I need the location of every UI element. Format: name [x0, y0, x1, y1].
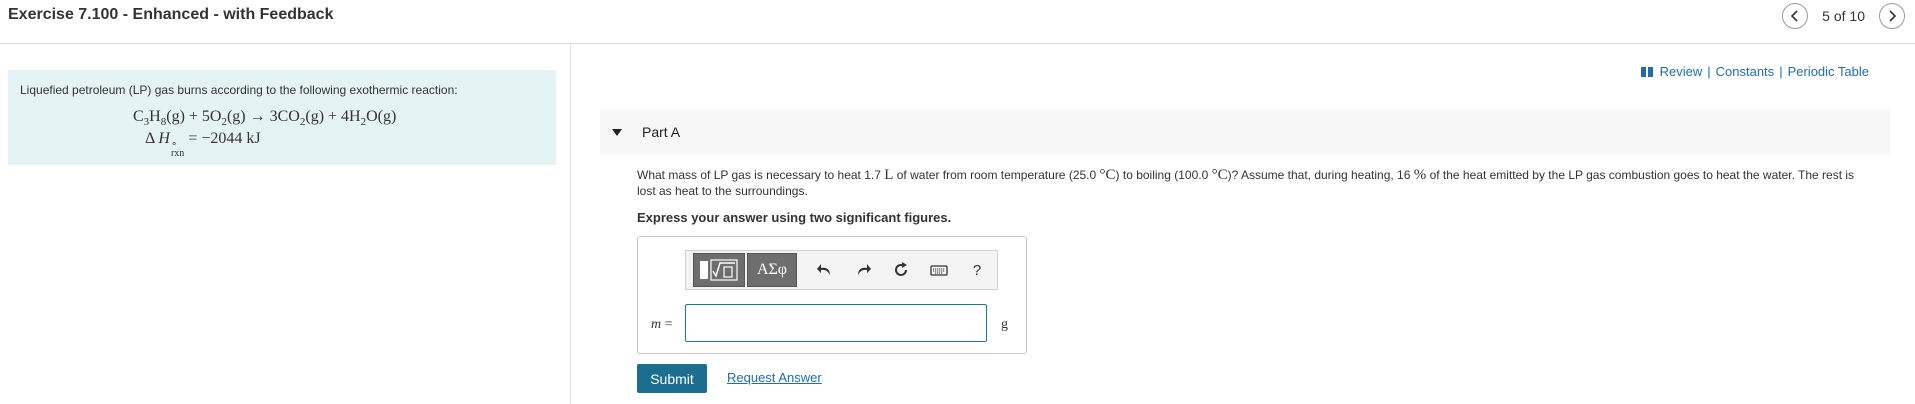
reset-icon [895, 262, 907, 276]
request-answer-link[interactable]: Request Answer [727, 370, 822, 385]
review-link[interactable]: Review [1660, 64, 1703, 79]
answer-box: ΑΣφ ? m = g [637, 236, 1027, 354]
enthalpy-supsub: ∘ rxn [170, 140, 185, 160]
link-separator: | [1707, 64, 1711, 79]
reaction-enthalpy: Δ H ∘ rxn = −2044 kJ [145, 130, 544, 160]
question-segment: of water from room temperature (25.0 [893, 168, 1100, 182]
keyboard-button[interactable] [925, 256, 953, 284]
next-button[interactable] [1879, 3, 1905, 29]
part-a-header[interactable]: Part A [600, 110, 1890, 154]
answer-instruction: Express your answer using two significan… [637, 210, 952, 225]
question-segment: )? Assume that, during heating, 16 [1227, 168, 1414, 182]
eq-part: H [149, 108, 161, 125]
answer-unit: g [1001, 317, 1008, 332]
problem-intro: Liquefied petroleum (LP) gas burns accor… [8, 70, 556, 165]
celsius-unit: °C [1099, 167, 1116, 183]
help-button[interactable]: ? [963, 256, 991, 284]
templates-icon [700, 259, 738, 281]
exercise-title: Exercise 7.100 - Enhanced - with Feedbac… [8, 6, 334, 23]
variable-label: m = [651, 317, 673, 333]
reaction-equation: C3H8(g) + 5O2(g) → 3CO2(g) + 4H2O(g) [133, 108, 544, 128]
question-segment: ) to boiling (100.0 [1115, 168, 1212, 182]
enthalpy-symbol: H [158, 130, 170, 148]
part-title: Part A [642, 124, 681, 140]
reset-button[interactable] [887, 256, 915, 284]
page-header: Exercise 7.100 - Enhanced - with Feedbac… [0, 0, 1915, 44]
constants-link[interactable]: Constants [1716, 64, 1775, 79]
pager: 5 of 10 [1782, 3, 1905, 29]
chevron-right-icon [1889, 10, 1897, 22]
percent-sign: % [1413, 167, 1427, 183]
previous-button[interactable] [1782, 3, 1809, 29]
question-text: What mass of LP gas is necessary to heat… [637, 167, 1867, 199]
templates-button[interactable] [693, 253, 745, 287]
chevron-left-icon [1791, 10, 1798, 22]
periodic-table-link[interactable]: Periodic Table [1788, 64, 1869, 79]
question-segment: What mass of LP gas is necessary to heat… [637, 168, 885, 182]
eq-part: (g) + 5O [166, 108, 222, 125]
celsius-unit: °C [1211, 167, 1228, 183]
delta-symbol: Δ [145, 130, 155, 148]
redo-button[interactable] [849, 256, 877, 284]
keyboard-icon [930, 265, 948, 276]
rxn-subscript: rxn [170, 148, 185, 160]
equals-sign: = [661, 317, 673, 332]
eq-part: C [133, 108, 144, 125]
book-icon [1640, 66, 1654, 77]
submit-button[interactable]: Submit [637, 364, 707, 393]
redo-icon [858, 264, 871, 275]
pager-count: 5 of 10 [1822, 8, 1865, 24]
eq-part: (g) → 3CO [226, 108, 300, 125]
eq-part: (g) + 4H [305, 108, 361, 125]
pane-divider [570, 44, 571, 404]
eq-part: O(g) [366, 108, 397, 125]
caret-down-icon[interactable] [612, 128, 622, 136]
math-toolbar: ΑΣφ ? [685, 250, 998, 290]
link-separator: | [1779, 64, 1783, 79]
variable-symbol: m [651, 317, 662, 332]
undo-button[interactable] [811, 256, 839, 284]
resource-links: Review | Constants | Periodic Table [1640, 64, 1869, 79]
enthalpy-value: = −2044 kJ [188, 130, 261, 148]
answer-input[interactable] [685, 304, 987, 342]
intro-text: Liquefied petroleum (LP) gas burns accor… [20, 83, 458, 97]
undo-icon [817, 264, 830, 275]
greek-symbols-button[interactable]: ΑΣφ [747, 253, 797, 287]
